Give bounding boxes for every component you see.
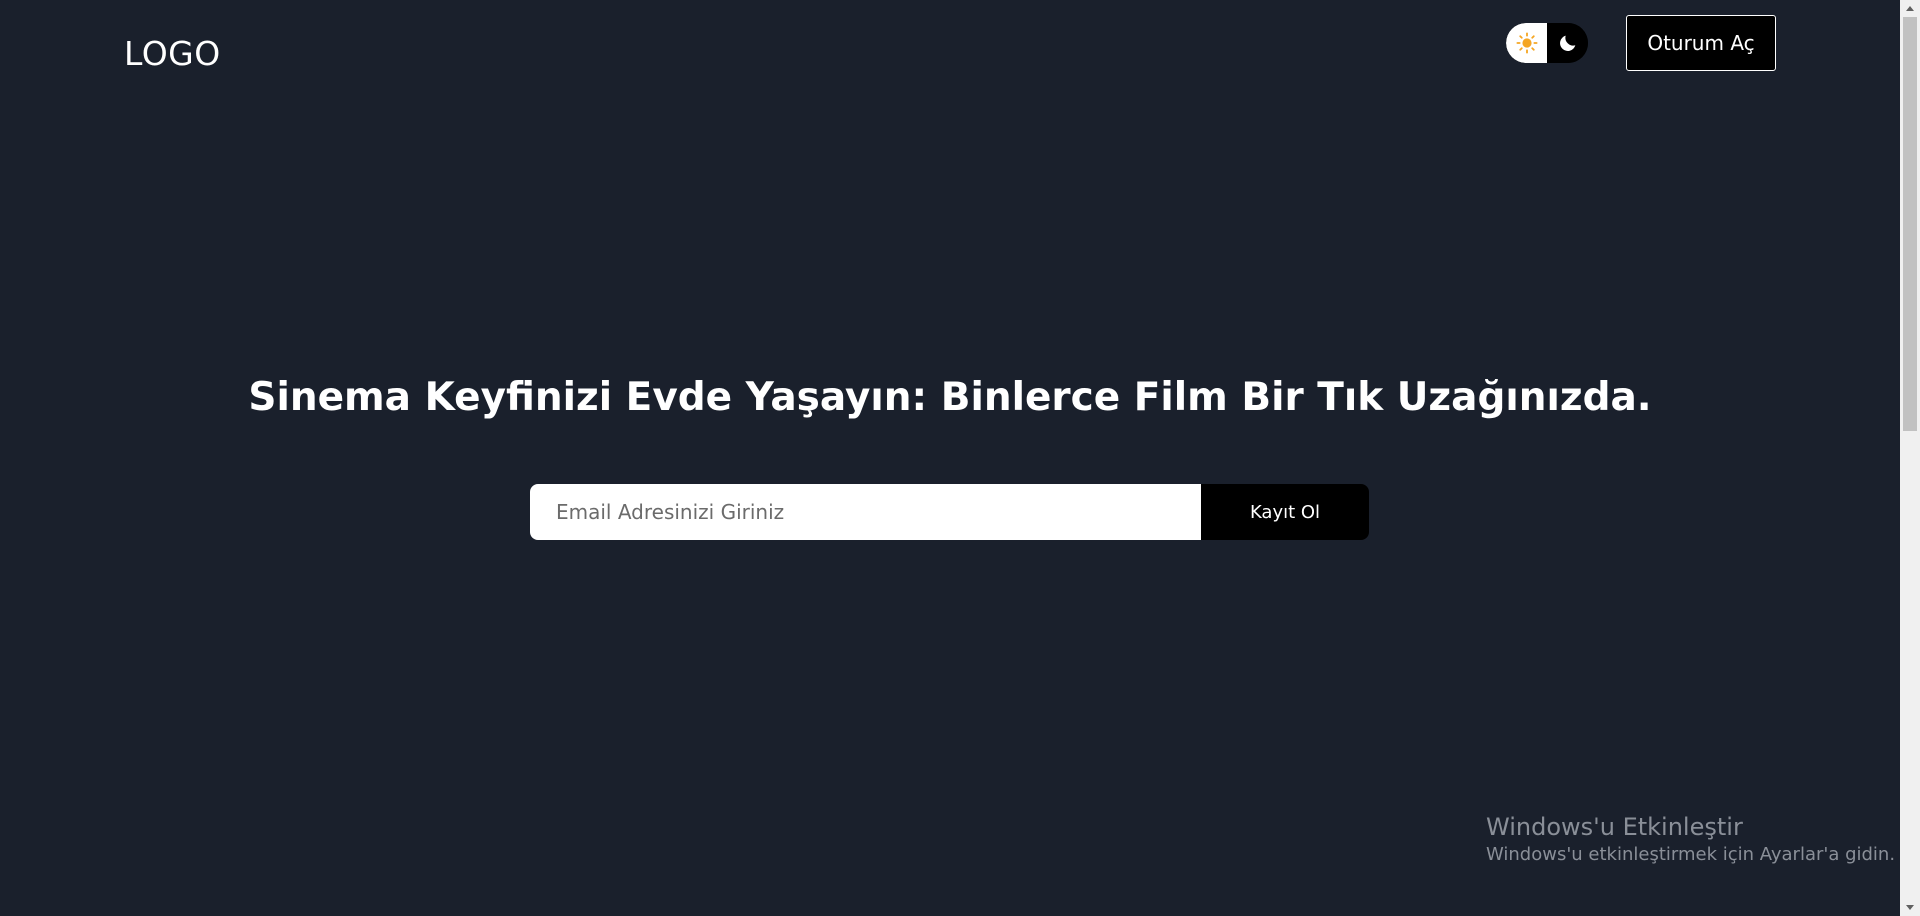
moon-icon: [1559, 35, 1575, 51]
windows-activation-watermark: Windows'u Etkinleştir Windows'u etkinleş…: [1486, 812, 1895, 868]
dark-mode-option[interactable]: [1547, 23, 1588, 63]
scroll-up-icon[interactable]: [1900, 0, 1920, 17]
sun-icon: [1515, 32, 1538, 54]
watermark-title: Windows'u Etkinleştir: [1486, 813, 1743, 841]
email-input[interactable]: [530, 484, 1201, 540]
watermark-subtitle: Windows'u etkinleştirmek için Ayarlar'a …: [1486, 844, 1896, 865]
landing-page: LOGO Oturum Aç Sinema Keyfinizi Evde Yaş…: [0, 0, 1920, 916]
signup-button[interactable]: Kayıt Ol: [1201, 484, 1369, 540]
hero-headline: Sinema Keyfinizi Evde Yaşayın: Binlerce …: [248, 375, 1652, 420]
scroll-thumb[interactable]: [1903, 17, 1917, 431]
scroll-down-icon[interactable]: [1900, 899, 1920, 916]
logo[interactable]: LOGO: [124, 34, 221, 74]
signin-button[interactable]: Oturum Aç: [1626, 15, 1776, 71]
theme-toggle[interactable]: [1506, 23, 1588, 63]
light-mode-option[interactable]: [1506, 23, 1547, 63]
signup-form: Kayıt Ol: [530, 484, 1369, 540]
vertical-scrollbar[interactable]: [1900, 0, 1920, 916]
